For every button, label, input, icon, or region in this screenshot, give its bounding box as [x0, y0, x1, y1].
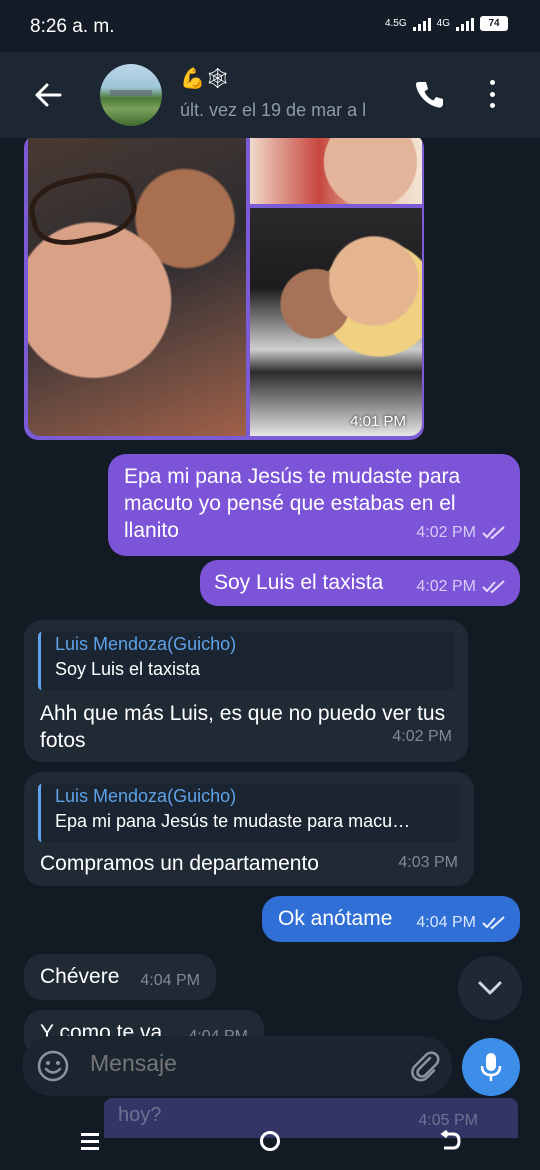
message-meta: 4:02 PM	[416, 519, 506, 546]
chevron-down-icon	[478, 981, 502, 995]
reply-text: Epa mi pana Jesús te mudaste para macu…	[55, 811, 411, 831]
chat-header: 💪🕸 últ. vez el 19 de mar a l	[0, 52, 540, 138]
message-composer	[22, 1036, 452, 1096]
reply-quote[interactable]: Luis Mendoza(Guicho) Epa mi pana Jesús t…	[38, 784, 460, 842]
message-incoming[interactable]: Luis Mendoza(Guicho) Soy Luis el taxista…	[24, 620, 468, 762]
reply-author: Luis Mendoza(Guicho)	[55, 786, 237, 806]
signal-bars-icon-2	[456, 17, 474, 31]
screen: 8:26 a. m. 4.5G 4G 74 💪🕸 últ. vez el 19 …	[0, 0, 540, 1170]
message-incoming[interactable]: Luis Mendoza(Guicho) Epa mi pana Jesús t…	[24, 772, 474, 886]
message-incoming[interactable]: Chévere 4:04 PM	[24, 954, 216, 1000]
network-indicators: 4.5G 4G 74	[385, 16, 508, 31]
message-meta: 4:04 PM	[416, 909, 506, 936]
contact-name[interactable]: 💪🕸	[180, 66, 230, 91]
voice-record-button[interactable]	[462, 1038, 520, 1096]
contact-avatar[interactable]	[100, 64, 162, 126]
message-meta: 4:02 PM	[416, 573, 506, 600]
back-arrow-icon[interactable]	[34, 82, 62, 108]
message-text: Compramos un departamento	[40, 852, 319, 875]
microphone-icon	[480, 1053, 502, 1081]
message-outgoing[interactable]: Soy Luis el taxista 4:02 PM	[200, 560, 520, 606]
photo-album-message[interactable]: 4:01 PM	[24, 138, 424, 440]
network-label-2: 4G	[436, 18, 450, 29]
status-bar: 8:26 a. m. 4.5G 4G 74	[0, 0, 540, 52]
message-list[interactable]: 4:01 PM Epa mi pana Jesús te mudaste par…	[0, 138, 540, 1170]
home-button[interactable]	[250, 1121, 290, 1161]
back-button[interactable]	[430, 1121, 470, 1161]
message-time: 4:04 PM	[416, 914, 476, 931]
signal-bars-icon	[412, 17, 431, 31]
photo-1[interactable]	[28, 138, 246, 436]
reply-author: Luis Mendoza(Guicho)	[55, 634, 237, 654]
message-time: 4:02 PM	[392, 728, 452, 745]
double-check-icon	[482, 579, 505, 593]
phone-call-icon[interactable]	[414, 79, 444, 109]
double-check-icon	[482, 915, 505, 929]
reply-quote[interactable]: Luis Mendoza(Guicho) Soy Luis el taxista	[38, 632, 454, 690]
paperclip-icon[interactable]	[408, 1049, 442, 1083]
message-input[interactable]	[90, 1050, 390, 1077]
more-options-icon[interactable]	[488, 80, 496, 108]
message-text: Ok anótame	[278, 907, 393, 930]
back-nav-icon	[440, 1130, 461, 1150]
emoji-icon[interactable]	[36, 1049, 70, 1083]
photo-2[interactable]	[250, 138, 422, 204]
reply-text: Soy Luis el taxista	[55, 659, 201, 679]
photo-3[interactable]	[250, 208, 422, 436]
recent-apps-button[interactable]	[70, 1121, 110, 1161]
message-text: Soy Luis el taxista	[214, 571, 384, 594]
battery-icon: 74	[480, 16, 508, 31]
scroll-down-button[interactable]	[458, 956, 522, 1020]
message-time: 4:02 PM	[416, 578, 476, 595]
message-time: 4:03 PM	[398, 854, 458, 871]
system-navigation-bar	[0, 1112, 540, 1170]
message-text: Chévere	[40, 965, 120, 988]
last-seen-status: últ. vez el 19 de mar a l	[180, 100, 367, 120]
network-label-1: 4.5G	[384, 18, 407, 29]
double-check-icon	[482, 525, 505, 539]
message-time: 4:04 PM	[140, 972, 200, 989]
status-time: 8:26 a. m.	[30, 16, 115, 37]
message-outgoing[interactable]: Ok anótame 4:04 PM	[262, 896, 520, 942]
message-time: 4:02 PM	[416, 524, 476, 541]
message-outgoing[interactable]: Epa mi pana Jesús te mudaste para macuto…	[108, 454, 520, 556]
photo-time: 4:01 PM	[350, 413, 406, 430]
menu-lines-icon	[81, 1133, 99, 1150]
home-circle-icon	[260, 1131, 280, 1151]
